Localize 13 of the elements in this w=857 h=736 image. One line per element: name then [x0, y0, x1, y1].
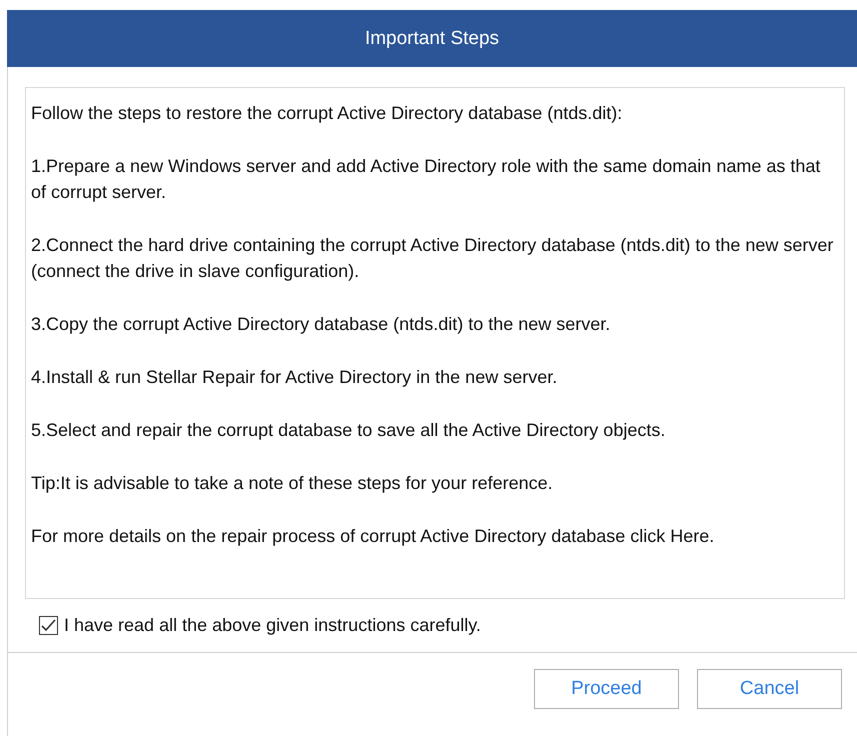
dialog-button[interactable]: Proceed: [534, 669, 679, 709]
instruction-text: Follow the steps to restore the corrupt Active Directory database (ntds.dit):: [31, 102, 624, 125]
instruction-text: 5.Select and repair the corrupt database to save all the Active Directory objects.: [31, 419, 666, 442]
checkbox-label[interactable]: I have read all the above given instructions carefully.: [64, 615, 481, 636]
instruction-text: Tip:It is advisable to take a note of these steps for your reference.: [31, 472, 554, 495]
instruction-text: 3.Copy the corrupt Active Directory database (ntds.dit) to the new server.: [31, 313, 612, 336]
checkbox[interactable]: [39, 616, 58, 635]
instruction-text: 1.Prepare a new Windows server and add Active Directory role with the same domain name as that of corrupt server.: [31, 155, 822, 204]
dialog-button[interactable]: Cancel: [697, 669, 842, 709]
title-bar: Important Steps: [7, 10, 857, 67]
instruction-text: 4.Install & run Stellar Repair for Active Directory in the new server.: [31, 366, 558, 389]
instruction-text: 2.Connect the hard drive containing the corrupt Active Directory database (ntds.dit) to the new server (connect the drive in slave configuration).: [31, 234, 834, 283]
instruction-text: For more details on the repair process of corrupt Active Directory database click Here.: [31, 525, 716, 548]
